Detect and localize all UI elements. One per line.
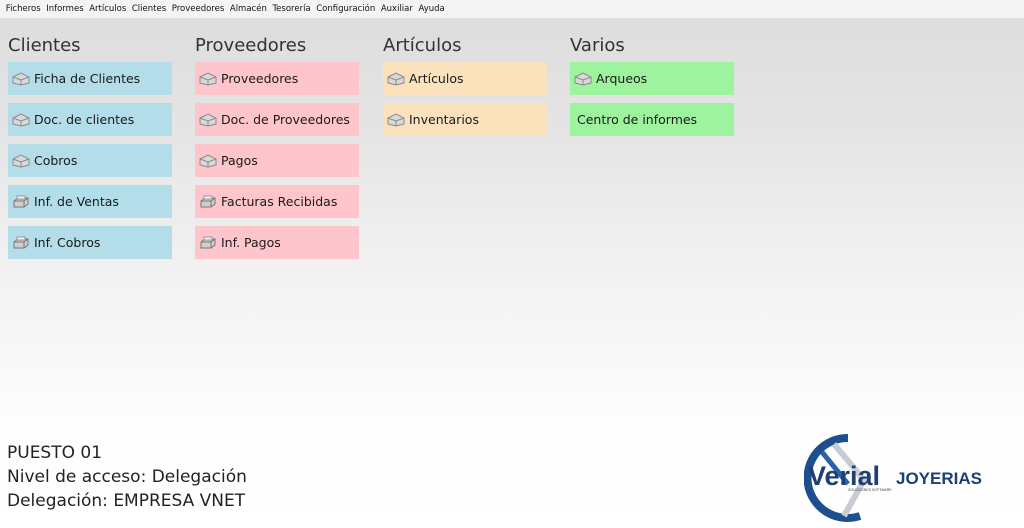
tile-articulos[interactable]: Artículos — [383, 62, 547, 95]
tile-centro-de-informes[interactable]: Centro de informes — [570, 103, 734, 136]
menu-almacen[interactable]: Almacén — [227, 0, 270, 19]
column-proveedores: Proveedores Proveedores Doc. de Proveedo… — [195, 34, 361, 267]
tile-label: Inf. Cobros — [34, 235, 101, 250]
tile-label: Centro de informes — [577, 112, 698, 127]
tile-inf-de-ventas[interactable]: Inf. de Ventas — [8, 185, 172, 218]
printer-icon — [199, 195, 217, 209]
printer-icon — [12, 195, 30, 209]
menu-clientes[interactable]: Clientes — [129, 0, 169, 19]
logo-graphic: Verial SOLUCIONES SOFTWARE JOYERIAS — [803, 433, 982, 522]
puesto-label: PUESTO 01 — [7, 443, 103, 463]
box-icon — [12, 153, 30, 168]
tile-label: Cobros — [34, 153, 78, 168]
tile-doc-de-clientes[interactable]: Doc. de clientes — [8, 103, 172, 136]
tile-label: Facturas Recibidas — [221, 194, 338, 209]
menu-auxiliar[interactable]: Auxiliar — [378, 0, 416, 19]
box-icon — [12, 112, 30, 127]
tile-label: Inf. Pagos — [221, 235, 281, 250]
tile-label: Doc. de Proveedores — [221, 112, 350, 127]
tile-label: Ficha de Clientes — [34, 71, 141, 86]
tile-label: Proveedores — [221, 71, 299, 86]
tile-inf-cobros[interactable]: Inf. Cobros — [8, 226, 172, 259]
tile-label: Doc. de clientes — [34, 112, 135, 127]
column-title-varios: Varios — [570, 35, 625, 56]
column-title-proveedores: Proveedores — [195, 35, 307, 56]
tile-proveedores[interactable]: Proveedores — [195, 62, 359, 95]
menu-tesoreria[interactable]: Tesorería — [270, 0, 314, 19]
delegation-label: Delegación: EMPRESA VNET — [7, 491, 246, 511]
verial-joyerias-logo: Verial SOLUCIONES SOFTWARE JOYERIAS — [803, 432, 1014, 522]
printer-icon — [199, 236, 217, 250]
tile-doc-de-proveedores[interactable]: Doc. de Proveedores — [195, 103, 359, 136]
column-title-clientes: Clientes — [8, 35, 81, 56]
menu-ficheros[interactable]: Ficheros — [3, 0, 43, 19]
tile-inventarios[interactable]: Inventarios — [383, 103, 547, 136]
menu-articulos[interactable]: Artículos — [86, 0, 129, 19]
logo-tagline-text: SOLUCIONES SOFTWARE — [848, 488, 892, 492]
tile-label: Artículos — [409, 71, 464, 86]
box-icon — [387, 71, 405, 86]
box-icon — [12, 71, 30, 86]
column-title-articulos: Artículos — [383, 35, 462, 56]
tile-facturas-recibidas[interactable]: Facturas Recibidas — [195, 185, 359, 218]
tile-label: Inventarios — [409, 112, 479, 127]
column-articulos: Artículos Artículos Inventarios — [383, 34, 549, 144]
tile-arqueos[interactable]: Arqueos — [570, 62, 734, 95]
box-icon — [199, 112, 217, 127]
menu-ayuda[interactable]: Ayuda — [416, 0, 448, 19]
column-clientes: Clientes Ficha de Clientes Doc. de clien… — [8, 34, 174, 267]
tile-label: Arqueos — [596, 71, 648, 86]
tile-pagos[interactable]: Pagos — [195, 144, 359, 177]
menu-configuracion[interactable]: Configuración — [313, 0, 378, 19]
tile-cobros[interactable]: Cobros — [8, 144, 172, 177]
tile-label: Inf. de Ventas — [34, 194, 119, 209]
box-icon — [199, 153, 217, 168]
box-icon — [574, 71, 592, 86]
printer-icon — [12, 236, 30, 250]
box-icon — [199, 71, 217, 86]
menu-informes[interactable]: Informes — [43, 0, 86, 19]
access-level-label: Nivel de acceso: Delegación — [7, 467, 247, 487]
column-varios: Varios Arqueos Centro de informes — [570, 34, 736, 144]
logo-product-text: JOYERIAS — [896, 469, 982, 488]
status-info: PUESTO 01 Nivel de acceso: Delegación De… — [7, 441, 247, 513]
box-icon — [387, 112, 405, 127]
tile-inf-pagos[interactable]: Inf. Pagos — [195, 226, 359, 259]
logo-brand-text: Verial — [808, 461, 880, 491]
menu-bar: Ficheros Informes Artículos Clientes Pro… — [0, 0, 1024, 19]
menu-proveedores[interactable]: Proveedores — [169, 0, 227, 19]
tile-label: Pagos — [221, 153, 258, 168]
tile-ficha-de-clientes[interactable]: Ficha de Clientes — [8, 62, 172, 95]
